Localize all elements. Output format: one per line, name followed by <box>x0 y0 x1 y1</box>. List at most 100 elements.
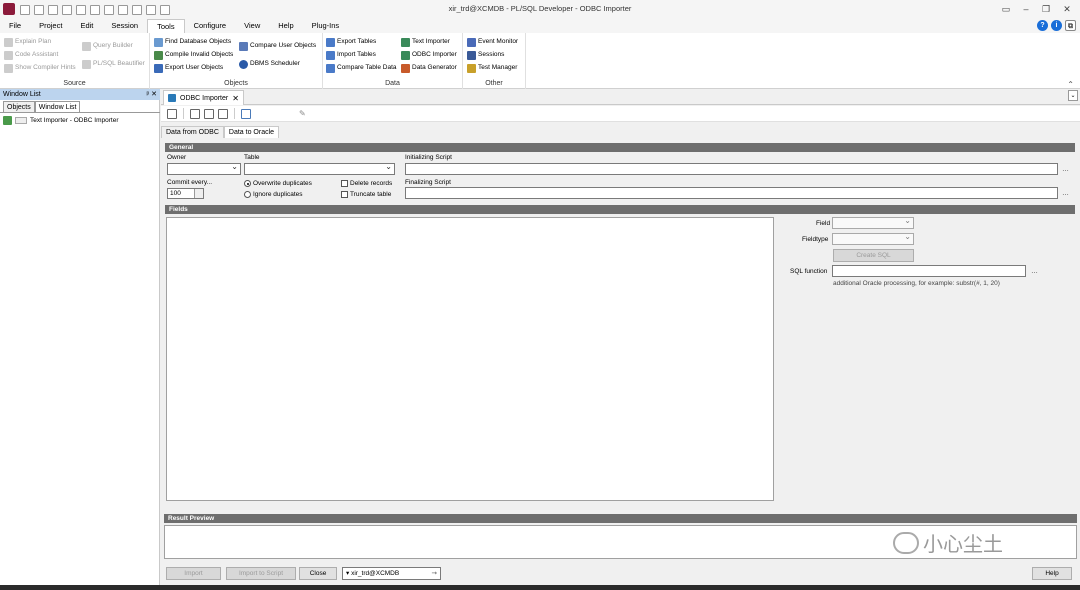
compiler-hints-button[interactable]: Show Compiler Hints <box>4 62 76 74</box>
connection-selector[interactable]: ▾ xir_trd@XCMDB ⇾ <box>342 567 441 580</box>
ignore-duplicates-radio[interactable]: Ignore duplicates <box>244 191 303 198</box>
general-section-header: General <box>165 143 1075 152</box>
event-monitor-button[interactable]: Event Monitor <box>467 36 518 48</box>
tab-list-dropdown-icon[interactable]: ⌄ <box>1068 90 1078 101</box>
delete-records-checkbox[interactable]: Delete records <box>341 180 392 187</box>
menu-project[interactable]: Project <box>30 19 71 33</box>
tab-data-to-oracle[interactable]: Data to Oracle <box>223 126 280 138</box>
find-db-objects-button[interactable]: Find Database Objects <box>154 36 231 48</box>
restore-ribbon-icon[interactable]: ▭ <box>999 2 1013 16</box>
ribbon-collapse-icon[interactable]: ⌃ <box>1067 80 1074 89</box>
connect-icon[interactable] <box>241 108 251 119</box>
owner-select[interactable] <box>167 162 241 175</box>
menu-plugins[interactable]: Plug-Ins <box>303 19 349 33</box>
sql-function-browse-button[interactable]: … <box>1031 268 1038 275</box>
sessions-button[interactable]: Sessions <box>467 49 504 61</box>
menu-configure[interactable]: Configure <box>185 19 236 33</box>
compile-invalid-button[interactable]: Compile Invalid Objects <box>154 49 233 61</box>
final-script-input[interactable] <box>405 187 1058 199</box>
info-icon[interactable]: i <box>1051 20 1062 31</box>
fields-section-header: Fields <box>165 205 1075 214</box>
panel-pin-close-icon[interactable]: ᵖ ✕ <box>147 89 157 100</box>
init-script-browse-button[interactable]: … <box>1062 166 1069 173</box>
commit-every-stepper[interactable]: 100 <box>167 188 204 199</box>
ribbon-group-other: Event Monitor Sessions Test Manager Othe… <box>463 33 526 89</box>
code-assistant-button[interactable]: Code Assistant <box>4 49 58 61</box>
dbms-scheduler-button[interactable]: DBMS Scheduler <box>239 58 300 70</box>
help-icon[interactable]: ? <box>1037 20 1048 31</box>
fieldtype-select[interactable] <box>832 232 914 245</box>
importer-toolbar: ✎ <box>161 106 1080 122</box>
table-label: Table <box>244 154 260 161</box>
menu-bar: File Project Edit Session Tools Configur… <box>0 19 1080 33</box>
new-icon[interactable] <box>167 108 177 119</box>
compare-table-data-button[interactable]: Compare Table Data <box>326 62 397 74</box>
importer-tabs: Data from ODBC Data to Oracle <box>161 126 280 138</box>
window-list-panel: Window List ᵖ ✕ Objects Window List Text… <box>0 89 160 585</box>
create-sql-button[interactable]: Create SQL <box>833 249 914 262</box>
close-button[interactable]: Close <box>299 567 337 580</box>
export-tables-button[interactable]: Export Tables <box>326 36 376 48</box>
overwrite-duplicates-radio[interactable]: Overwrite duplicates <box>244 180 312 187</box>
grid-icon <box>15 117 27 124</box>
menu-help[interactable]: Help <box>269 19 302 33</box>
init-script-label: Initializing Script <box>405 154 452 161</box>
pencil-icon[interactable]: ✎ <box>299 109 306 118</box>
maximize-icon[interactable]: ❐ <box>1039 2 1053 16</box>
sql-function-input[interactable] <box>832 265 1026 277</box>
ribbon-label-source: Source <box>63 80 86 87</box>
save-as-icon[interactable] <box>218 108 228 119</box>
test-manager-button[interactable]: Test Manager <box>467 62 517 74</box>
tab-window-list[interactable]: Window List <box>34 101 81 112</box>
menu-session[interactable]: Session <box>102 19 147 33</box>
panel-tabs: Objects Window List <box>3 101 81 112</box>
fields-grid[interactable] <box>166 217 774 501</box>
wechat-logo-icon <box>893 531 919 554</box>
tab-odbc-importer[interactable]: ODBC Importer ✕ <box>163 90 244 105</box>
table-select[interactable] <box>244 162 395 175</box>
compare-user-objects-button[interactable]: Compare User Objects <box>239 40 316 52</box>
ribbon-group-source: Explain Plan Code Assistant Show Compile… <box>0 33 150 89</box>
export-user-objects-button[interactable]: Export User Objects <box>154 62 223 74</box>
sql-function-hint: additional Oracle processing, for exampl… <box>833 280 1000 287</box>
toolbar-separator <box>234 108 235 119</box>
explain-plan-button[interactable]: Explain Plan <box>4 36 51 48</box>
menu-tools[interactable]: Tools <box>147 19 185 33</box>
ribbon-label-other: Other <box>485 80 503 87</box>
tab-objects[interactable]: Objects <box>3 101 35 112</box>
ribbon: Explain Plan Code Assistant Show Compile… <box>0 33 1080 89</box>
taskbar-strip <box>0 585 1080 590</box>
import-tables-button[interactable]: Import Tables <box>326 49 376 61</box>
odbc-icon <box>168 94 176 102</box>
odbc-importer-button[interactable]: ODBC Importer <box>401 49 457 61</box>
query-builder-button[interactable]: Query Builder <box>82 40 133 52</box>
layout-icon[interactable]: ⧉ <box>1065 20 1076 31</box>
truncate-table-checkbox[interactable]: Truncate table <box>341 191 391 198</box>
import-button[interactable]: Import <box>166 567 221 580</box>
document-tab-bar: ODBC Importer ✕ ⌄ <box>161 89 1080 105</box>
menu-edit[interactable]: Edit <box>71 19 102 33</box>
final-script-browse-button[interactable]: … <box>1062 190 1069 197</box>
tab-data-from-odbc[interactable]: Data from ODBC <box>161 126 224 138</box>
text-importer-button[interactable]: Text Importer <box>401 36 450 48</box>
result-preview-header: Result Preview <box>164 514 1077 523</box>
beautifier-button[interactable]: PL/SQL Beautifier <box>82 58 145 70</box>
sql-function-label: SQL function <box>790 268 828 275</box>
save-icon[interactable] <box>204 108 214 119</box>
help-icons: ? i ⧉ <box>1037 20 1076 31</box>
tab-close-icon[interactable]: ✕ <box>232 94 239 103</box>
minimize-icon[interactable]: – <box>1019 2 1033 16</box>
data-generator-button[interactable]: Data Generator <box>401 62 457 74</box>
menu-file[interactable]: File <box>0 19 30 33</box>
watermark: 小心尘土 <box>893 528 1003 557</box>
init-script-input[interactable] <box>405 163 1058 175</box>
close-icon[interactable]: ✕ <box>1060 2 1074 16</box>
import-to-script-button[interactable]: Import to Script <box>226 567 296 580</box>
menu-view[interactable]: View <box>235 19 269 33</box>
open-icon[interactable] <box>190 108 200 119</box>
ribbon-group-data: Export Tables Import Tables Compare Tabl… <box>323 33 463 89</box>
field-select[interactable] <box>832 216 914 229</box>
connect-plug-icon[interactable]: ⇾ <box>432 568 437 579</box>
help-button[interactable]: Help <box>1032 567 1072 580</box>
list-item[interactable]: Text Importer - ODBC Importer <box>3 116 119 125</box>
